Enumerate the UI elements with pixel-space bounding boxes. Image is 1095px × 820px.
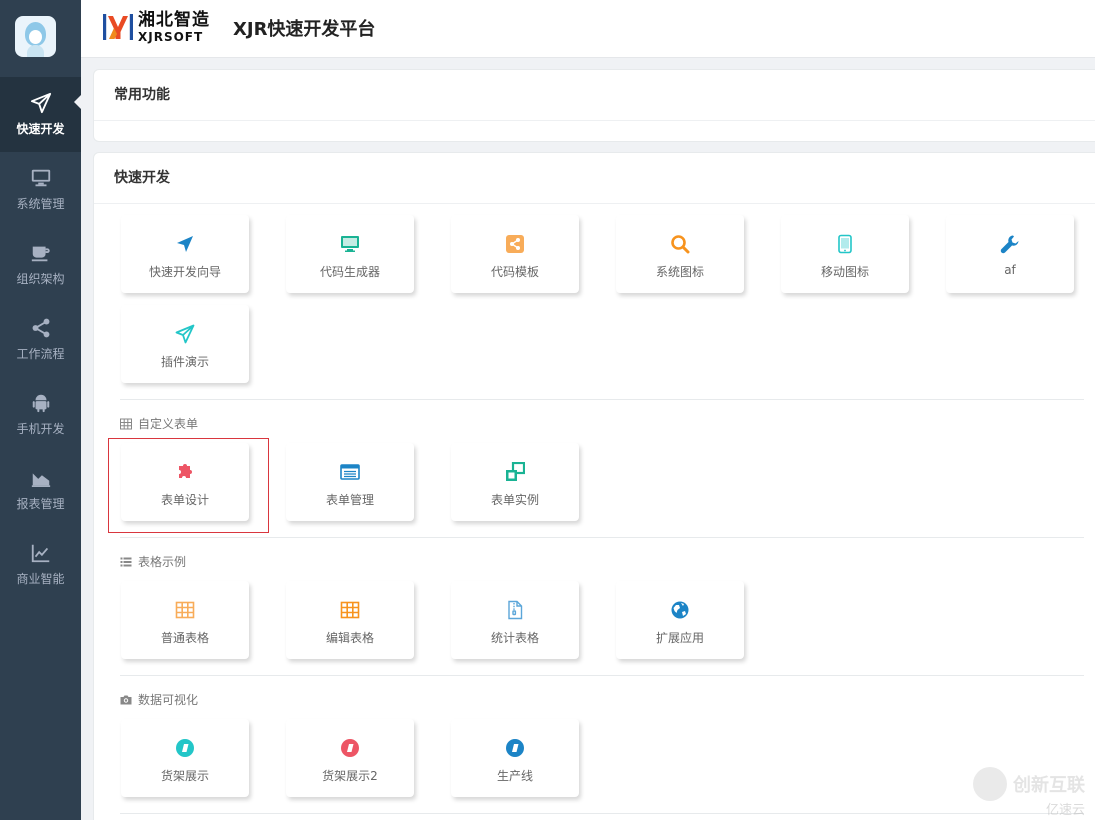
sidebar-item-label: 手机开发 (16, 422, 65, 436)
tile-code-generator[interactable]: 代码生成器 (286, 215, 414, 293)
list-alt-icon (340, 464, 360, 480)
tile-label: 表单管理 (325, 493, 374, 507)
section-title-text: 数据可视化 (138, 693, 199, 707)
brand-logo[interactable]: 湘北智造 XJRSOFT (102, 11, 210, 43)
sidebar-nav: 快速开发 系统管理 组织架构 工作流程 手机开发 报表管理 商业智能 (0, 77, 81, 602)
selection-highlight-box (108, 438, 269, 533)
badge-icon (341, 739, 359, 757)
badge-icon (176, 739, 194, 757)
tile-label: 编辑表格 (325, 631, 374, 645)
section-divider (120, 675, 1084, 676)
tile-stat-table[interactable]: 统计表格 (451, 581, 579, 659)
tile-form-manage[interactable]: 表单管理 (286, 443, 414, 521)
share-square-icon (506, 235, 524, 253)
logo-english-name: XJRSOFT (138, 29, 204, 44)
wrench-icon (1000, 235, 1019, 254)
panel-title: 常用功能 (94, 70, 1095, 121)
grid-icon (175, 601, 195, 619)
tile-label: 货架展示 (160, 769, 209, 783)
logo-chinese-name: 湘北智造 (138, 9, 210, 30)
sidebar-item-org[interactable]: 组织架构 (0, 227, 81, 302)
tile-basic-table[interactable]: 普通表格 (121, 581, 249, 659)
sidebar-item-mobile[interactable]: 手机开发 (0, 377, 81, 452)
list-icon (120, 557, 132, 566)
tile-production-line[interactable]: 生产线 (451, 719, 579, 797)
android-icon (32, 394, 49, 413)
tile-code-template[interactable]: 代码模板 (451, 215, 579, 293)
location-arrow-icon (177, 236, 193, 252)
search-icon (671, 235, 690, 254)
sidebar-item-report[interactable]: 报表管理 (0, 452, 81, 527)
paper-plane-icon (30, 92, 51, 114)
table-icon (120, 418, 132, 429)
watermark: 创新互联 亿速云 (973, 767, 1085, 818)
tile-label: 系统图标 (655, 265, 704, 279)
tile-label: 统计表格 (490, 631, 539, 645)
tile-extended-app[interactable]: 扩展应用 (616, 581, 744, 659)
clone-icon (506, 462, 525, 481)
section-divider (120, 537, 1084, 538)
section-divider (120, 399, 1084, 400)
tile-label: 代码模板 (490, 265, 539, 279)
tile-label: 快速开发向导 (148, 265, 221, 279)
share-icon (32, 318, 49, 338)
sidebar-item-quick-dev[interactable]: 快速开发 (0, 77, 81, 152)
area-chart-icon (31, 473, 50, 487)
tile-label: 移动图标 (820, 265, 869, 279)
tile-label: 生产线 (496, 769, 533, 783)
panel-title: 快速开发 (94, 153, 1095, 204)
tile-form-instance[interactable]: 表单实例 (451, 443, 579, 521)
tablet-icon (838, 234, 852, 254)
file-zip-icon (508, 600, 523, 620)
badge-icon (506, 739, 524, 757)
tile-label: af (1004, 263, 1016, 277)
tile-shelf-display[interactable]: 货架展示 (121, 719, 249, 797)
sidebar-item-label: 系统管理 (16, 197, 65, 211)
sidebar-item-label: 组织架构 (16, 272, 65, 286)
paper-plane-icon (175, 324, 195, 344)
watermark-text: 创新互联 (1013, 775, 1085, 796)
coffee-icon (31, 246, 50, 262)
sidebar: 快速开发 系统管理 组织架构 工作流程 手机开发 报表管理 商业智能 (0, 0, 81, 820)
tile-system-icons[interactable]: 系统图标 (616, 215, 744, 293)
tile-edit-table[interactable]: 编辑表格 (286, 581, 414, 659)
tile-quick-dev-wizard[interactable]: 快速开发向导 (121, 215, 249, 293)
section-title-table-examples: 表格示例 (120, 553, 186, 570)
top-header: 湘北智造 XJRSOFT XJR快速开发平台 (81, 0, 1095, 58)
desktop-icon (341, 236, 359, 252)
tile-label: 货架展示2 (322, 769, 378, 783)
sidebar-item-workflow[interactable]: 工作流程 (0, 302, 81, 377)
xjr-logo-icon (103, 14, 133, 40)
sidebar-item-label: 工作流程 (16, 347, 65, 361)
watermark-logo-icon (973, 767, 1007, 801)
camera-icon (120, 695, 132, 704)
tile-label: 普通表格 (160, 631, 209, 645)
section-title-text: 表格示例 (138, 555, 187, 569)
tile-shelf-display-2[interactable]: 货架展示2 (286, 719, 414, 797)
section-title-text: 自定义表单 (138, 417, 199, 431)
tile-label: 表单实例 (490, 493, 539, 507)
tile-plugin-demo[interactable]: 插件演示 (121, 305, 249, 383)
tile-af[interactable]: af (946, 215, 1074, 293)
tile-label: 插件演示 (160, 355, 209, 369)
grid-icon (340, 601, 360, 619)
tile-label: 代码生成器 (319, 265, 380, 279)
watermark-subtext: 亿速云 (1045, 803, 1085, 818)
sidebar-item-system[interactable]: 系统管理 (0, 152, 81, 227)
sidebar-item-label: 商业智能 (16, 572, 65, 586)
sidebar-item-label: 报表管理 (16, 497, 65, 511)
globe-icon (671, 601, 689, 619)
line-chart-icon (31, 544, 49, 563)
monitor-icon (31, 169, 50, 187)
sidebar-item-bi[interactable]: 商业智能 (0, 527, 81, 602)
platform-title: XJR快速开发平台 (233, 19, 376, 40)
section-divider (120, 813, 1084, 814)
tile-label: 扩展应用 (655, 631, 704, 645)
section-title-custom-forms: 自定义表单 (120, 415, 198, 432)
common-functions-panel: 常用功能 (93, 69, 1095, 142)
section-title-data-vis: 数据可视化 (120, 691, 198, 708)
user-avatar[interactable] (15, 16, 56, 57)
tile-mobile-icons[interactable]: 移动图标 (781, 215, 909, 293)
sidebar-item-label: 快速开发 (16, 122, 65, 136)
